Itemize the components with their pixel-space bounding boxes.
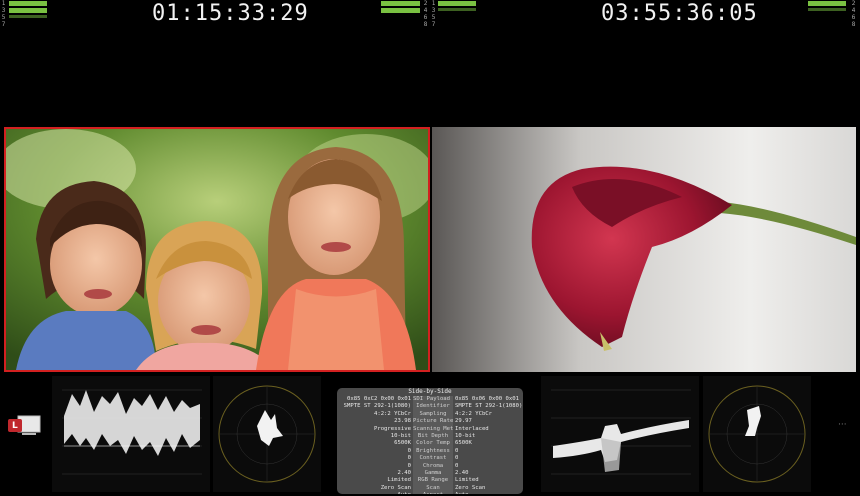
info-row: 0 Contrast 0: [337, 455, 523, 463]
info-row: 2.40 Gamma 2.40: [337, 469, 523, 478]
meter-channel-labels: 2 4 6 8: [851, 0, 856, 28]
info-right-value: Limited: [455, 477, 479, 484]
info-row: 0x85 0xC2 0x00 0x01SDI Payload ID0x85 0x…: [337, 396, 523, 404]
info-label: Color Temp: [413, 440, 453, 448]
info-row: 10-bit Bit Depth 10-bit: [337, 432, 523, 441]
meter-channel-labels: 1 3 5 7: [1, 0, 6, 28]
meter-bar: [9, 1, 47, 6]
info-right-value: 4:2:2 YCbCr: [455, 410, 493, 417]
info-row: 4:2:2 YCbCr Sampling 4:2:2 YCbCr: [337, 410, 523, 419]
meter-channel-labels: 1 3 5 7: [431, 0, 436, 28]
waveform-right[interactable]: [541, 376, 699, 492]
meter-bar: [9, 15, 47, 18]
children-photo: [6, 129, 428, 370]
info-row: Limited RGB Range Limited: [337, 477, 523, 485]
info-row: 0 Chroma 0: [337, 462, 523, 470]
meter-bar: [381, 1, 420, 6]
info-label: Sampling: [413, 410, 453, 419]
info-label: Picture Rate: [413, 418, 453, 426]
info-left-value: Progressive: [373, 425, 411, 432]
meter-bar: [438, 1, 476, 6]
info-left-value: 0: [407, 447, 411, 454]
info-right-value: 6500K: [455, 440, 472, 447]
more-icon[interactable]: ···: [838, 420, 847, 430]
info-label: Gamma: [413, 469, 453, 478]
info-label: Brightness: [413, 447, 453, 456]
info-left-value: 4:2:2 YCbCr: [373, 410, 411, 417]
video-pane-left-selected[interactable]: [4, 127, 430, 372]
info-row: AutoAspectAuto: [337, 492, 523, 494]
audio-meter-right: 2 4 6 8: [806, 0, 860, 30]
side-by-side-info-panel: Side-by-Side 0x85 0xC2 0x00 0x01 SDI Payl…: [337, 388, 523, 494]
info-row: 0 Brightness 0: [337, 447, 523, 456]
info-label: Scan: [413, 484, 453, 493]
info-left-value: 10-bit: [390, 432, 411, 439]
info-label: Aspect: [413, 492, 453, 494]
info-left-value: Zero Scan: [380, 484, 411, 491]
info-label: Chroma: [413, 462, 453, 470]
info-row: SMPTE ST 292-1(1080) Identifier SMPTE ST 2…: [337, 403, 523, 411]
info-right-value: SMPTE ST 292-1(1080): [455, 403, 523, 410]
info-label: Scanning Method: [413, 425, 453, 433]
info-right-value: Interlaced: [455, 425, 489, 432]
info-right-value: 0: [455, 462, 459, 469]
info-left-value: SMPTE ST 292-1(1080): [343, 403, 411, 410]
timecode-right: 03:55:36:05: [601, 1, 758, 26]
info-row: ProgressiveScanning MethodInterlaced: [337, 425, 523, 433]
info-row: Zero Scan Scan Zero Scan: [337, 484, 523, 493]
display-lut-icon[interactable]: L: [6, 413, 42, 439]
info-right-value: 10-bit: [455, 432, 476, 439]
info-right-value: 29.97: [455, 418, 472, 425]
info-row: 6500K Color Temp 6500K: [337, 440, 523, 448]
info-right-value: 0: [455, 447, 459, 454]
video-pane-right[interactable]: [432, 127, 856, 372]
info-left-value: 0x85 0xC2 0x00 0x01: [347, 396, 411, 402]
meter-bar: [381, 8, 420, 13]
info-right-value: 0: [455, 455, 459, 462]
waveform-left[interactable]: [52, 376, 210, 492]
info-panel-title: Side-by-Side: [408, 388, 452, 395]
info-label: Contrast: [413, 455, 453, 463]
meter-bar: [808, 1, 846, 6]
info-right-value: 0x85 0x06 0x00 0x01: [455, 396, 519, 402]
display-icon-label: L: [12, 421, 18, 431]
info-right-value: Auto: [453, 492, 523, 494]
meter-channel-labels: 2 4 6 8: [423, 0, 428, 28]
calla-lily-photo: [432, 127, 856, 372]
info-label: SDI Payload ID: [413, 396, 453, 404]
info-left-value: 23.98: [394, 418, 411, 425]
audio-meter-left: 1 3 5 7: [0, 0, 60, 30]
info-right-value: 2.40: [455, 469, 469, 476]
info-left-value: 0: [407, 455, 411, 462]
meter-bar: [438, 8, 476, 11]
info-label: Identifier: [413, 403, 453, 411]
meter-bar: [9, 8, 47, 13]
info-left-value: 0: [407, 462, 411, 469]
info-label: RGB Range: [413, 477, 453, 485]
info-rows: 0x85 0xC2 0x00 0x01SDI Payload ID0x85 0x…: [337, 396, 523, 494]
meter-bar: [808, 8, 846, 11]
info-right-value: Zero Scan: [455, 484, 486, 491]
info-left-value: 6500K: [394, 440, 411, 447]
info-row: 23.98 Picture Rate 29.97: [337, 418, 523, 426]
vectorscope-right[interactable]: [703, 376, 811, 492]
info-left-value: 2.40: [397, 469, 411, 476]
info-left-value: Auto: [337, 492, 413, 494]
vectorscope-left[interactable]: [213, 376, 321, 492]
info-label: Bit Depth: [413, 432, 453, 441]
timecode-left: 01:15:33:29: [152, 1, 309, 26]
info-left-value: Limited: [387, 477, 411, 484]
audio-meter-center: 2 4 6 8 1 3 5 7: [380, 0, 480, 30]
